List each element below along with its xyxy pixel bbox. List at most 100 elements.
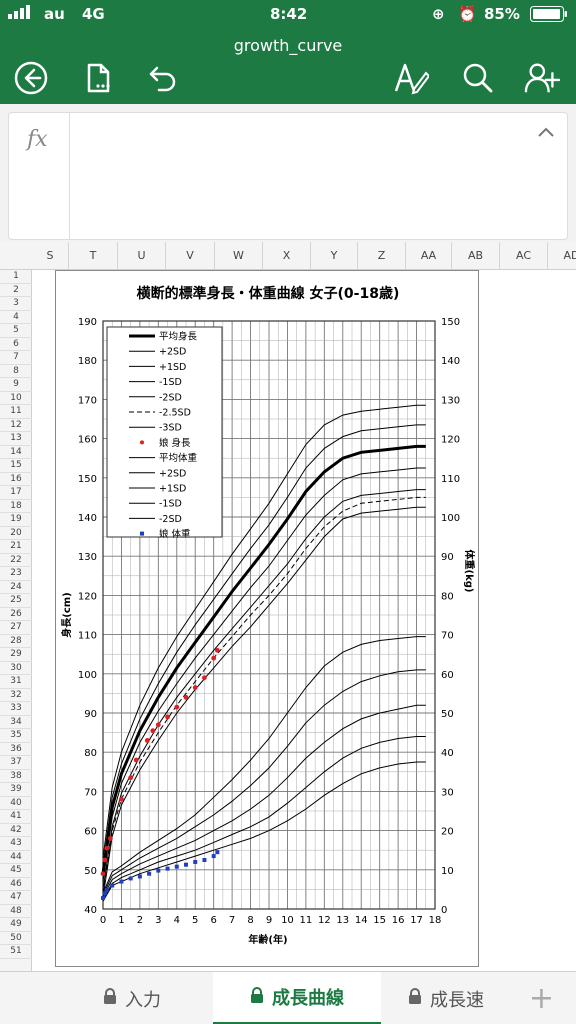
row-header-49[interactable]: 49 — [0, 918, 32, 932]
row-header-39[interactable]: 39 — [0, 783, 32, 797]
data-point-weight — [193, 859, 198, 864]
row-header-10[interactable]: 10 — [0, 392, 32, 405]
series-line-10 — [102, 669, 426, 896]
clock: 8:42 — [270, 5, 308, 23]
legend-label: -1SD — [159, 499, 182, 510]
row-header-21[interactable]: 21 — [0, 540, 32, 554]
y-tick-label: 140 — [78, 513, 97, 524]
row-header-7[interactable]: 7 — [0, 351, 32, 365]
column-header-z[interactable]: Z — [358, 242, 406, 270]
column-header-u[interactable]: U — [118, 242, 166, 270]
row-header-45[interactable]: 45 — [0, 864, 32, 878]
row-header-2[interactable]: 2 — [0, 284, 32, 297]
row-header-6[interactable]: 6 — [0, 338, 32, 351]
row-header-47[interactable]: 47 — [0, 891, 32, 905]
row-header-40[interactable]: 40 — [0, 797, 32, 810]
collapse-chevron-icon[interactable] — [537, 123, 555, 142]
row-header-29[interactable]: 29 — [0, 648, 32, 662]
sheet-tab-input[interactable]: 入力 — [52, 972, 212, 1024]
row-header-44[interactable]: 44 — [0, 851, 32, 864]
row-header-34[interactable]: 34 — [0, 716, 32, 729]
row-header-48[interactable]: 48 — [0, 905, 32, 918]
row-header-27[interactable]: 27 — [0, 621, 32, 635]
row-header-8[interactable]: 8 — [0, 365, 32, 378]
row-header-35[interactable]: 35 — [0, 729, 32, 743]
row-header-37[interactable]: 37 — [0, 756, 32, 770]
column-header-ad[interactable]: AD — [548, 242, 576, 270]
y-tick-label: 40 — [84, 905, 97, 916]
data-point-height — [128, 775, 134, 781]
row-header-16[interactable]: 16 — [0, 473, 32, 486]
column-header-v[interactable]: V — [166, 242, 215, 270]
row-header-51[interactable]: 51 — [0, 945, 32, 959]
row-header-14[interactable]: 14 — [0, 446, 32, 459]
y-tick-label: 80 — [84, 748, 97, 759]
sheet-tab-growth-speed[interactable]: 成長速 — [382, 972, 506, 1024]
add-user-icon[interactable] — [524, 60, 560, 96]
column-header-aa[interactable]: AA — [406, 242, 452, 270]
row-header-22[interactable]: 22 — [0, 554, 32, 567]
row-header-9[interactable]: 9 — [0, 378, 32, 392]
column-header-t[interactable]: T — [69, 242, 118, 270]
row-header-28[interactable]: 28 — [0, 635, 32, 648]
column-header-ab[interactable]: AB — [452, 242, 500, 270]
row-header-36[interactable]: 36 — [0, 743, 32, 756]
legend-label: 平均身長 — [159, 331, 198, 343]
formula-input[interactable]: fx — [8, 112, 568, 240]
text-edit-icon[interactable] — [393, 60, 429, 96]
data-point-height — [214, 647, 220, 653]
file-icon[interactable] — [81, 60, 117, 96]
y2-tick-label: 50 — [441, 709, 454, 720]
row-header-25[interactable]: 25 — [0, 594, 32, 608]
row-header-18[interactable]: 18 — [0, 500, 32, 513]
y-tick-label: 120 — [78, 591, 97, 602]
data-point-height — [104, 845, 110, 851]
row-header-32[interactable]: 32 — [0, 689, 32, 702]
row-header-43[interactable]: 43 — [0, 837, 32, 851]
sheet-tab-growth-curve[interactable]: 成長曲線 — [213, 972, 381, 1024]
back-icon[interactable] — [13, 60, 49, 96]
row-header-3[interactable]: 3 — [0, 297, 32, 311]
row-header-42[interactable]: 42 — [0, 824, 32, 837]
row-header-33[interactable]: 33 — [0, 702, 32, 716]
row-header-38[interactable]: 38 — [0, 770, 32, 783]
row-header-20[interactable]: 20 — [0, 527, 32, 540]
column-header-s[interactable]: S — [32, 242, 69, 270]
y2-tick-label: 10 — [441, 866, 454, 877]
y2-tick-label: 40 — [441, 748, 454, 759]
row-header-1[interactable]: 1 — [0, 270, 32, 284]
row-header-30[interactable]: 30 — [0, 662, 32, 675]
lock-icon — [103, 988, 117, 1009]
chart-title: 横断的標準身長・体重曲線 女子(0-18歳) — [137, 285, 400, 302]
y2-tick-label: 20 — [441, 827, 454, 838]
growth-chart[interactable]: 横断的標準身長・体重曲線 女子(0-18歳) 0 1 2 3 4 5 6 7 8 9 10 11 12 13… — [55, 270, 479, 967]
row-header-5[interactable]: 5 — [0, 324, 32, 338]
row-header-19[interactable]: 19 — [0, 513, 32, 527]
row-header-24[interactable]: 24 — [0, 581, 32, 594]
column-header-y[interactable]: Y — [311, 242, 358, 270]
growth-chart-svg: 横断的標準身長・体重曲線 女子(0-18歳)0 1 2 3 4 5 6 7 8 9 10 11 12 13… — [60, 285, 476, 946]
search-icon[interactable] — [460, 60, 496, 96]
row-header-15[interactable]: 15 — [0, 459, 32, 473]
row-header-23[interactable]: 23 — [0, 567, 32, 581]
series-line-11 — [102, 736, 426, 900]
series-line-6 — [102, 506, 426, 898]
column-header-x[interactable]: X — [263, 242, 311, 270]
row-header-4[interactable]: 4 — [0, 311, 32, 324]
add-sheet-button[interactable]: + — [507, 972, 576, 1024]
row-header-12[interactable]: 12 — [0, 419, 32, 432]
row-header-13[interactable]: 13 — [0, 432, 32, 446]
row-header-26[interactable]: 26 — [0, 608, 32, 621]
row-header-17[interactable]: 17 — [0, 486, 32, 500]
row-header-46[interactable]: 46 — [0, 878, 32, 891]
column-header-w[interactable]: W — [215, 242, 263, 270]
legend-label: -1SD — [159, 377, 182, 388]
data-point-weight — [202, 858, 207, 862]
row-header-50[interactable]: 50 — [0, 932, 32, 945]
row-header-11[interactable]: 11 — [0, 405, 32, 419]
row-header-31[interactable]: 31 — [0, 675, 32, 689]
undo-icon[interactable] — [145, 60, 181, 96]
row-header-41[interactable]: 41 — [0, 810, 32, 824]
battery-percent: 85% — [484, 5, 520, 23]
column-header-ac[interactable]: AC — [500, 242, 548, 270]
